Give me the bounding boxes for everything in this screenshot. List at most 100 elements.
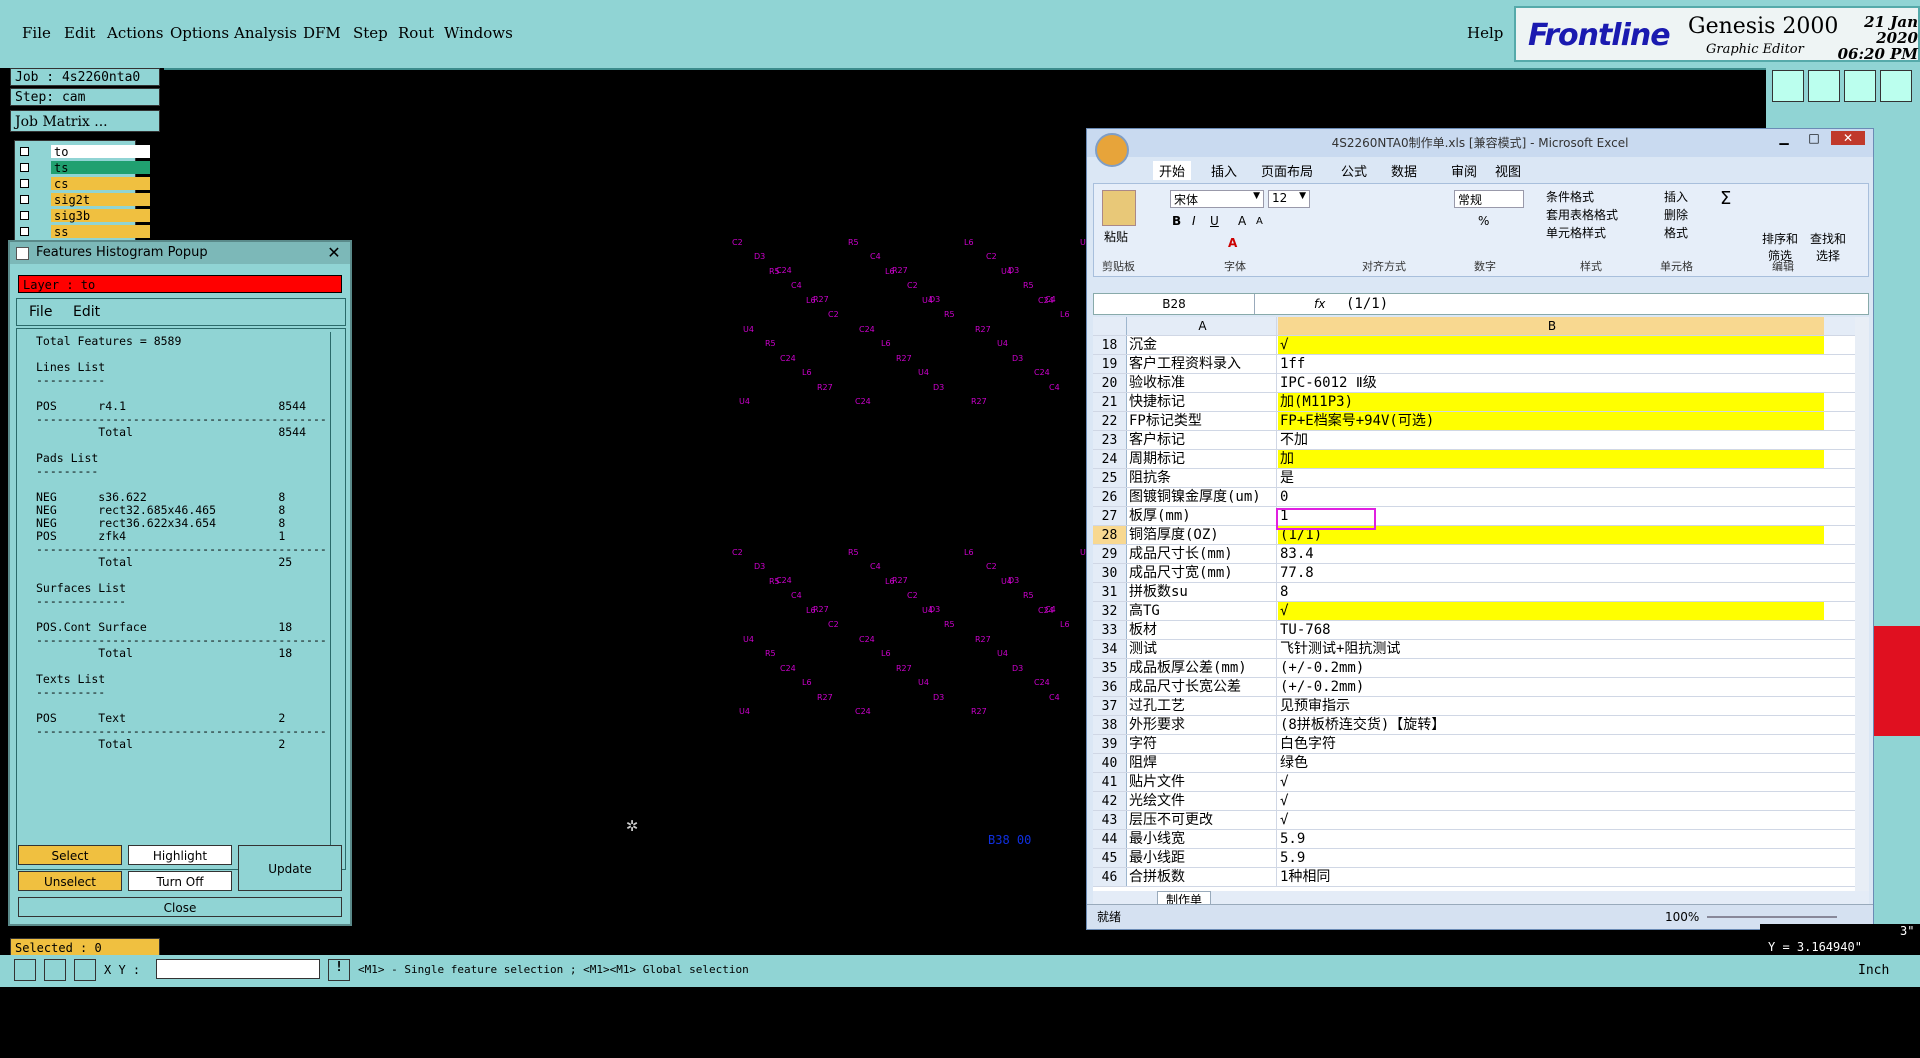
cell-b[interactable]: (+/-0.2mm) <box>1278 659 1824 677</box>
format-cells-button[interactable]: 格式 <box>1664 224 1688 241</box>
cell-a[interactable]: 测试 <box>1127 640 1277 658</box>
row-number[interactable]: 23 <box>1093 431 1127 449</box>
menu-edit[interactable]: Edit <box>64 24 95 42</box>
row-number[interactable]: 43 <box>1093 811 1127 829</box>
cell-b[interactable]: 加(M11P3) <box>1278 393 1824 411</box>
update-button[interactable]: Update <box>238 845 342 891</box>
paste-icon[interactable] <box>1102 190 1136 226</box>
percent-icon[interactable]: % <box>1478 214 1489 228</box>
cell-a[interactable]: 周期标记 <box>1127 450 1277 468</box>
underline-icon[interactable]: U <box>1210 214 1219 228</box>
xy-input[interactable] <box>156 959 320 979</box>
cell-b[interactable]: IPC-6012 Ⅱ级 <box>1278 374 1824 392</box>
grow-font-icon[interactable]: A <box>1238 214 1246 228</box>
cell-a[interactable]: 成品尺寸长(mm) <box>1127 545 1277 563</box>
shrink-font-icon[interactable]: A <box>1256 216 1263 227</box>
popup-menu-edit[interactable]: Edit <box>73 299 100 325</box>
cell-b[interactable]: 83.4 <box>1278 545 1824 563</box>
alert-icon[interactable]: ! <box>328 959 350 981</box>
cell-b[interactable]: 0 <box>1278 488 1824 506</box>
cell-a[interactable]: 阻焊 <box>1127 754 1277 772</box>
cell-b[interactable]: 飞针测试+阻抗测试 <box>1278 640 1824 658</box>
popup-menu-file[interactable]: File <box>29 299 52 325</box>
vertical-scrollbar[interactable] <box>1855 317 1869 891</box>
row-number[interactable]: 29 <box>1093 545 1127 563</box>
close-icon[interactable]: ✕ <box>1831 131 1865 145</box>
toolbar-icon[interactable] <box>1808 70 1840 102</box>
toolbar-icon[interactable] <box>1880 70 1912 102</box>
menu-step[interactable]: Step <box>353 24 388 42</box>
insert-cells-button[interactable]: 插入 <box>1664 188 1688 205</box>
menu-rout[interactable]: Rout <box>398 24 434 42</box>
cell-a[interactable]: 客户工程资料录入 <box>1127 355 1277 373</box>
layer-checkbox[interactable] <box>20 227 29 236</box>
cell-b[interactable]: 5.9 <box>1278 830 1824 848</box>
layer-row[interactable]: ts <box>17 161 150 175</box>
cell-b[interactable]: 见预审指示 <box>1278 697 1824 715</box>
column-header-b[interactable]: B <box>1278 317 1824 335</box>
cell-a[interactable]: 过孔工艺 <box>1127 697 1277 715</box>
ribbon-tab[interactable]: 插入 <box>1211 161 1237 180</box>
row-number[interactable]: 41 <box>1093 773 1127 791</box>
ribbon-tab[interactable]: 数据 <box>1391 161 1417 180</box>
window-menu-icon[interactable] <box>16 247 29 260</box>
row-number[interactable]: 18 <box>1093 336 1127 354</box>
minimize-icon[interactable]: ▁ <box>1771 131 1797 145</box>
cell-a[interactable]: 铜箔厚度(OZ) <box>1127 526 1277 544</box>
conditional-format-button[interactable]: 条件格式 <box>1546 188 1594 205</box>
cell-a[interactable]: 字符 <box>1127 735 1277 753</box>
find-select-button[interactable]: 查找和选择 <box>1806 230 1850 264</box>
report-scrollbar[interactable] <box>330 332 343 852</box>
row-number[interactable]: 28 <box>1093 526 1127 544</box>
menu-analysis[interactable]: Analysis <box>234 24 297 42</box>
row-number[interactable]: 27 <box>1093 507 1127 525</box>
cell-a[interactable]: 贴片文件 <box>1127 773 1277 791</box>
toolbar-icon[interactable] <box>1844 70 1876 102</box>
menu-help[interactable]: Help <box>1467 24 1503 42</box>
unselect-button[interactable]: Unselect <box>18 871 122 891</box>
job-matrix-button[interactable]: Job Matrix ... <box>10 110 160 132</box>
office-button-icon[interactable] <box>1095 133 1129 167</box>
cell-b[interactable]: (8拼板桥连交货)【旋转】 <box>1278 716 1824 734</box>
row-number[interactable]: 21 <box>1093 393 1127 411</box>
zoom-slider[interactable] <box>1707 916 1837 918</box>
menu-file[interactable]: File <box>22 24 51 42</box>
graphic-canvas[interactable]: C2 R5 L6 U4 C24 R27 D3 C4 C2 R5 L6 U4 C24 R27 R5 L6 U4 C2… <box>352 68 1308 948</box>
select-button[interactable]: Select <box>18 845 122 865</box>
highlight-button[interactable]: Highlight <box>128 845 232 865</box>
layer-row[interactable]: cs <box>17 177 150 191</box>
row-number[interactable]: 38 <box>1093 716 1127 734</box>
font-name-select[interactable]: 宋体 ▼ <box>1170 190 1264 208</box>
cell-a[interactable]: 高TG <box>1127 602 1277 620</box>
layer-row[interactable]: ss <box>17 225 150 239</box>
row-number[interactable]: 20 <box>1093 374 1127 392</box>
ribbon-tab[interactable]: 视图 <box>1495 161 1521 180</box>
grid-icon[interactable] <box>74 959 96 981</box>
ribbon-tab[interactable]: 公式 <box>1341 161 1367 180</box>
cell-a[interactable]: 客户标记 <box>1127 431 1277 449</box>
menu-windows[interactable]: Windows <box>444 24 513 42</box>
cell-a[interactable]: FP标记类型 <box>1127 412 1277 430</box>
cell-b[interactable]: 77.8 <box>1278 564 1824 582</box>
layer-checkbox[interactable] <box>20 195 29 204</box>
cell-a[interactable]: 最小线距 <box>1127 849 1277 867</box>
layer-checkbox[interactable] <box>20 147 29 156</box>
row-number[interactable]: 25 <box>1093 469 1127 487</box>
sum-icon[interactable]: Σ <box>1720 188 1731 209</box>
ribbon-tab[interactable]: 页面布局 <box>1261 161 1313 180</box>
tool-icon[interactable] <box>44 959 66 981</box>
cell-b[interactable]: 5.9 <box>1278 849 1824 867</box>
paste-label[interactable]: 粘贴 <box>1104 228 1128 245</box>
cell-b[interactable]: 绿色 <box>1278 754 1824 772</box>
cell-a[interactable]: 光绘文件 <box>1127 792 1277 810</box>
cell-a[interactable]: 快捷标记 <box>1127 393 1277 411</box>
cell-styles-button[interactable]: 单元格样式 <box>1546 224 1606 241</box>
row-number[interactable]: 32 <box>1093 602 1127 620</box>
select-all-corner[interactable] <box>1093 317 1127 335</box>
row-number[interactable]: 37 <box>1093 697 1127 715</box>
units-select[interactable]: Inch <box>1858 963 1889 978</box>
cell-a[interactable]: 阻抗条 <box>1127 469 1277 487</box>
column-header-a[interactable]: A <box>1127 317 1277 335</box>
cell-b[interactable]: TU-768 <box>1278 621 1824 639</box>
ribbon-tab[interactable]: 开始 <box>1153 161 1192 180</box>
